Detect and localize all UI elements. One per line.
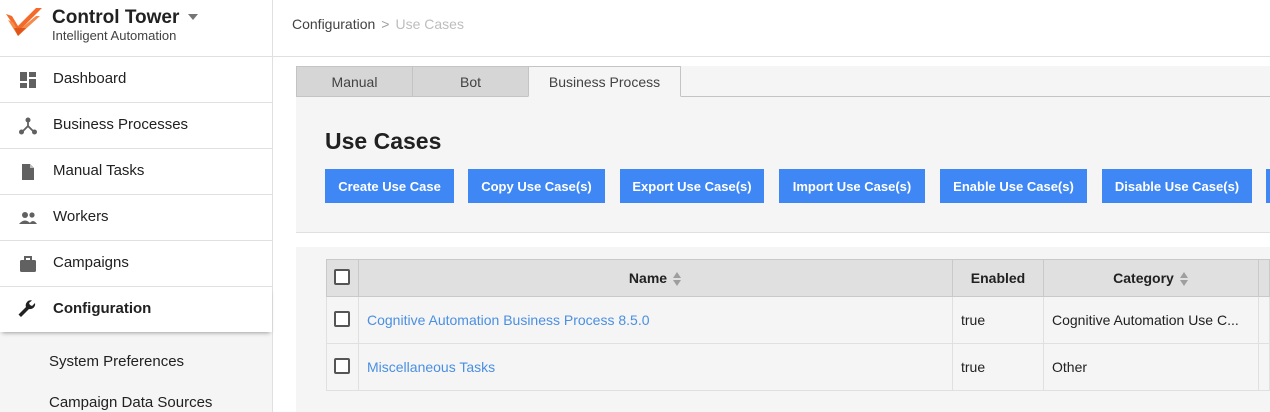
table-header: Name Enabled Category — [326, 259, 1270, 297]
category-value: Other — [1044, 344, 1259, 390]
column-header-category[interactable]: Category — [1044, 260, 1259, 296]
section-divider — [296, 232, 1270, 247]
use-case-name-link[interactable]: Cognitive Automation Business Process 8.… — [359, 297, 953, 343]
app-subtitle: Intelligent Automation — [52, 28, 177, 43]
category-value: Cognitive Automation Use C... — [1044, 297, 1259, 343]
row-checkbox[interactable] — [334, 358, 350, 374]
app-title: Control Tower — [52, 7, 180, 28]
document-icon — [22, 164, 34, 180]
briefcase-icon — [20, 256, 36, 272]
breadcrumb-separator: > — [381, 16, 390, 32]
main-content: Configuration > Use Cases Manual Bot Busin… — [273, 0, 1270, 412]
configuration-submenu: System Preferences Campaign Data Sources — [0, 332, 272, 412]
table-row[interactable]: Miscellaneous Tasks true Other — [326, 344, 1270, 391]
sidebar-item-business-processes[interactable]: Business Processes — [0, 103, 272, 149]
row-select-cell — [327, 297, 359, 343]
column-header-name[interactable]: Name — [359, 260, 953, 296]
column-header-label: Name — [628, 270, 668, 286]
breadcrumb: Configuration > Use Cases — [292, 16, 464, 32]
sidebar-item-label: Configuration — [53, 300, 152, 317]
people-icon — [19, 212, 37, 224]
more-actions-button[interactable] — [1266, 169, 1270, 203]
copy-use-cases-button[interactable]: Copy Use Case(s) — [468, 169, 605, 203]
sidebar-item-workers[interactable]: Workers — [0, 195, 272, 241]
use-case-name-link[interactable]: Miscellaneous Tasks — [359, 344, 953, 390]
wrench-icon — [18, 300, 36, 317]
select-all-checkbox[interactable] — [334, 269, 350, 285]
enabled-value: true — [953, 297, 1044, 343]
control-tower-logo — [6, 8, 42, 36]
subnav-item-campaign-data-sources[interactable]: Campaign Data Sources — [49, 394, 212, 411]
page-title: Use Cases — [325, 128, 442, 154]
sidebar-item-label: Workers — [53, 208, 109, 225]
sidebar-item-label: Dashboard — [53, 70, 127, 87]
brand-header[interactable]: Control Tower Intelligent Automation — [0, 0, 272, 57]
sidebar-item-dashboard[interactable]: Dashboard — [0, 57, 272, 103]
breadcrumb-current: Use Cases — [395, 16, 464, 32]
enabled-value: true — [953, 344, 1044, 390]
sidebar-item-configuration[interactable]: Configuration — [0, 287, 272, 332]
use-cases-panel: Manual Bot Business Process Use Cases Cr… — [296, 66, 1270, 412]
sidebar: Control Tower Intelligent Automation Das… — [0, 0, 273, 412]
sidebar-item-label: Manual Tasks — [53, 162, 145, 179]
export-use-cases-button[interactable]: Export Use Case(s) — [620, 169, 764, 203]
enable-use-cases-button[interactable]: Enable Use Case(s) — [940, 169, 1087, 203]
chevron-down-icon[interactable] — [188, 14, 198, 20]
tab-bot[interactable]: Bot — [412, 66, 529, 97]
select-all-cell — [327, 260, 359, 296]
sidebar-item-campaigns[interactable]: Campaigns — [0, 241, 272, 287]
disable-use-cases-button[interactable]: Disable Use Case(s) — [1102, 169, 1252, 203]
row-checkbox[interactable] — [334, 311, 350, 327]
import-use-cases-button[interactable]: Import Use Case(s) — [779, 169, 925, 203]
row-select-cell — [327, 344, 359, 390]
dashboard-icon — [20, 72, 36, 88]
hierarchy-icon — [19, 117, 37, 135]
table-row[interactable]: Cognitive Automation Business Process 8.… — [326, 297, 1270, 344]
tab-business-process[interactable]: Business Process — [528, 66, 681, 97]
subnav-item-system-preferences[interactable]: System Preferences — [49, 353, 184, 370]
create-use-case-button[interactable]: Create Use Case — [325, 169, 454, 203]
sort-icon[interactable] — [673, 271, 682, 287]
column-header-label: Enabled — [970, 270, 1026, 286]
sidebar-item-manual-tasks[interactable]: Manual Tasks — [0, 149, 272, 195]
tab-manual[interactable]: Manual — [296, 66, 413, 97]
column-header-enabled[interactable]: Enabled — [953, 260, 1044, 296]
breadcrumb-parent[interactable]: Configuration — [292, 16, 375, 32]
column-header-label: Category — [1113, 270, 1174, 286]
sidebar-item-label: Campaigns — [53, 254, 129, 271]
sort-icon[interactable] — [1179, 271, 1189, 287]
divider — [273, 56, 1270, 57]
sidebar-item-label: Business Processes — [53, 116, 189, 133]
